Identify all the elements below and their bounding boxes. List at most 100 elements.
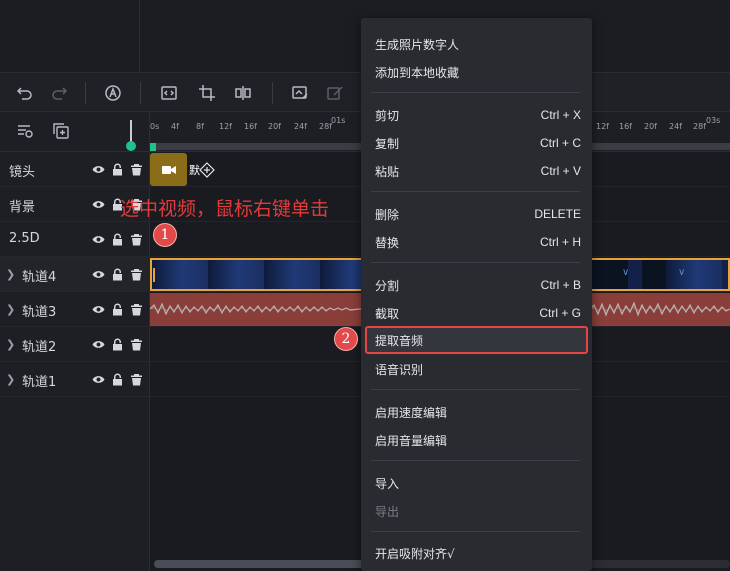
menu-item-label: 复制 <box>375 136 400 151</box>
eye-icon[interactable] <box>92 373 105 386</box>
camera-icon <box>161 165 176 174</box>
ruler-tick-label: 28f <box>693 122 706 131</box>
eye-icon[interactable] <box>92 233 105 246</box>
zoom-slider-handle[interactable] <box>126 141 136 151</box>
ruler-tick-label: 03s <box>706 116 721 125</box>
track-row-3[interactable]: ❯ 轨道3 <box>0 292 150 327</box>
video-thumbnail <box>666 260 722 289</box>
menu-item-enable-volume-edit[interactable]: 启用音量编辑 <box>361 426 592 454</box>
track-panel: 镜头 背景 2.5D ❯ 轨道4 ❯ 轨道3 ❯ 轨道2 ❯ 轨道1 <box>0 112 150 571</box>
edit-icon[interactable] <box>324 82 346 104</box>
menu-item-add-to-favorites[interactable]: 添加到本地收藏 <box>361 58 592 86</box>
menu-item-import[interactable]: 导入 <box>361 469 592 497</box>
toolbar-divider <box>85 82 86 104</box>
menu-item-replace[interactable]: 替换 Ctrl + H <box>361 228 592 256</box>
crop-icon[interactable] <box>196 82 218 104</box>
track-name: 轨道4 <box>22 270 57 285</box>
menu-item-delete[interactable]: 删除 DELETE <box>361 200 592 228</box>
track-row-lens[interactable]: 镜头 <box>0 152 150 187</box>
keyframe-add-icon[interactable] <box>199 162 215 178</box>
redo-icon[interactable] <box>48 82 70 104</box>
trash-icon[interactable] <box>130 268 143 281</box>
menu-item-export[interactable]: 导出 <box>361 497 592 525</box>
track-settings-icon[interactable] <box>16 122 36 142</box>
undo-icon[interactable] <box>14 82 36 104</box>
menu-item-label: 语音识别 <box>375 362 424 377</box>
trash-icon[interactable] <box>130 373 143 386</box>
video-thumbnail <box>208 260 264 289</box>
add-track-icon[interactable] <box>52 122 72 142</box>
lock-icon[interactable] <box>111 268 124 281</box>
menu-item-cut[interactable]: 剪切 Ctrl + X <box>361 101 592 129</box>
chevron-right-icon[interactable]: ❯ <box>6 303 15 316</box>
menu-item-generate-photo-avatar[interactable]: 生成照片数字人 <box>361 30 592 58</box>
ruler-tick-label: 0s <box>150 122 160 131</box>
track-name: 镜头 <box>9 165 36 180</box>
video-thumbnail <box>152 260 208 289</box>
menu-item-enable-snap-align[interactable]: 开启吸附对齐√ <box>361 539 592 567</box>
eye-icon[interactable] <box>92 163 105 176</box>
chevron-right-icon[interactable]: ❯ <box>6 268 15 281</box>
trash-icon[interactable] <box>130 163 143 176</box>
eye-icon[interactable] <box>92 198 105 211</box>
menu-item-shortcut: Ctrl + H <box>539 235 581 249</box>
menu-separator <box>371 460 580 461</box>
trash-icon[interactable] <box>130 338 143 351</box>
menu-separator <box>371 531 580 532</box>
ruler-tick-label: 24f <box>669 122 682 131</box>
ruler-tick-label: 24f <box>294 122 307 131</box>
playhead-marker[interactable] <box>150 143 156 151</box>
clip-trim-handle[interactable] <box>153 268 155 282</box>
track-name: 背景 <box>9 200 36 215</box>
menu-item-paste[interactable]: 粘贴 Ctrl + V <box>361 157 592 185</box>
eye-icon[interactable] <box>92 303 105 316</box>
track-row-2-5d[interactable]: 2.5D <box>0 222 150 257</box>
menu-item-shortcut: Ctrl + G <box>539 306 581 320</box>
menu-item-trim[interactable]: 截取 Ctrl + G <box>361 299 592 327</box>
menu-item-label: 剪切 <box>375 108 400 123</box>
video-thumbnail <box>642 260 666 289</box>
code-frame-icon[interactable] <box>158 82 180 104</box>
chevron-right-icon[interactable]: ❯ <box>6 338 15 351</box>
audio-wave-icon: ∨ <box>678 267 686 278</box>
mirror-icon[interactable] <box>232 82 254 104</box>
image-edit-icon[interactable] <box>289 82 311 104</box>
track-panel-header <box>0 112 150 152</box>
menu-separator <box>371 389 580 390</box>
chevron-right-icon[interactable]: ❯ <box>6 373 15 386</box>
lock-icon[interactable] <box>111 373 124 386</box>
lock-icon[interactable] <box>111 233 124 246</box>
menu-item-speech-recognition[interactable]: 语音识别 <box>361 355 592 383</box>
lock-icon[interactable] <box>111 338 124 351</box>
lens-clip[interactable] <box>150 153 187 186</box>
menu-item-label: 添加到本地收藏 <box>375 65 460 80</box>
menu-item-copy[interactable]: 复制 Ctrl + C <box>361 129 592 157</box>
trash-icon[interactable] <box>130 303 143 316</box>
menu-item-label: 导入 <box>375 476 400 491</box>
track-row-2[interactable]: ❯ 轨道2 <box>0 327 150 362</box>
menu-item-label: 提取音频 <box>375 333 424 348</box>
track-name: 2.5D <box>9 231 40 246</box>
auto-icon[interactable] <box>102 82 124 104</box>
ruler-tick-label: 12f <box>596 122 609 131</box>
lock-icon[interactable] <box>111 163 124 176</box>
instruction-annotation: 选中视频，鼠标右键单击 <box>120 198 330 220</box>
menu-item-split[interactable]: 分割 Ctrl + B <box>361 271 592 299</box>
lock-icon[interactable] <box>111 303 124 316</box>
step-badge-1: 1 <box>153 223 177 247</box>
menu-item-shortcut: Ctrl + X <box>540 108 581 122</box>
menu-item-enable-speed-edit[interactable]: 启用速度编辑 <box>361 398 592 426</box>
menu-item-label: 生成照片数字人 <box>375 37 460 52</box>
toolbar-divider <box>272 82 273 104</box>
menu-item-label: 粘贴 <box>375 164 400 179</box>
eye-icon[interactable] <box>92 338 105 351</box>
trash-icon[interactable] <box>130 233 143 246</box>
menu-separator <box>371 92 580 93</box>
preview-divider <box>139 0 140 72</box>
menu-item-extract-audio[interactable]: 提取音频 <box>365 326 588 354</box>
menu-item-shortcut: DELETE <box>534 207 581 221</box>
track-row-4[interactable]: ❯ 轨道4 <box>0 257 150 292</box>
scrollbar-thumb[interactable] <box>154 560 364 568</box>
eye-icon[interactable] <box>92 268 105 281</box>
track-row-1[interactable]: ❯ 轨道1 <box>0 362 150 397</box>
